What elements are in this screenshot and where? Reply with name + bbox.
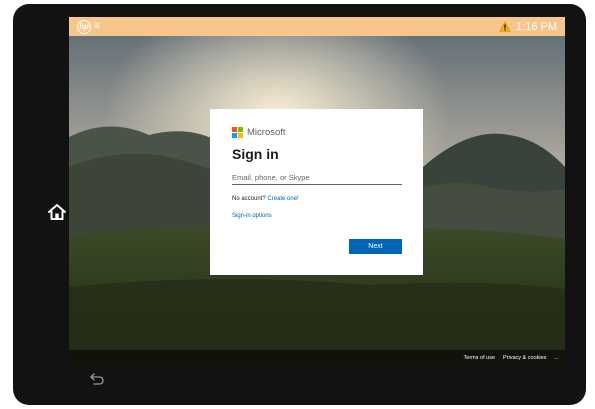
warning-icon[interactable] [499,21,511,32]
next-button[interactable]: Next [349,239,402,254]
status-time: 1:16 PM [516,20,557,33]
microsoft-brand-name: Microsoft [247,127,286,138]
create-account-link[interactable]: Create one! [267,196,298,202]
home-button[interactable] [46,201,68,223]
terms-of-use-link[interactable]: Terms of use [464,355,495,361]
back-icon[interactable] [89,372,105,386]
no-account-label: No account? [232,196,266,202]
menu-icon[interactable]: ≡ [94,21,100,32]
signin-title: Sign in [232,146,279,162]
status-bar: hp ≡ 1:16 PM [69,17,565,36]
footer-bar: Terms of use Privacy & cookies ... [69,350,565,365]
signin-options-link[interactable]: Sign-in options [232,213,402,219]
microsoft-brand: Microsoft [232,127,402,138]
email-input[interactable] [232,171,402,185]
no-account-text: No account? Create one! [232,196,402,202]
microsoft-logo-icon [232,127,243,138]
home-icon [48,204,66,220]
navigation-bar [69,365,565,401]
more-options-button[interactable]: ... [554,355,559,361]
privacy-cookies-link[interactable]: Privacy & cookies [503,355,546,361]
touch-screen: hp ≡ 1:16 PM Microsoft Sign in No accou [69,17,565,365]
signin-dialog: Microsoft Sign in No account? Create one… [210,109,423,275]
hp-logo[interactable]: hp [77,19,91,34]
